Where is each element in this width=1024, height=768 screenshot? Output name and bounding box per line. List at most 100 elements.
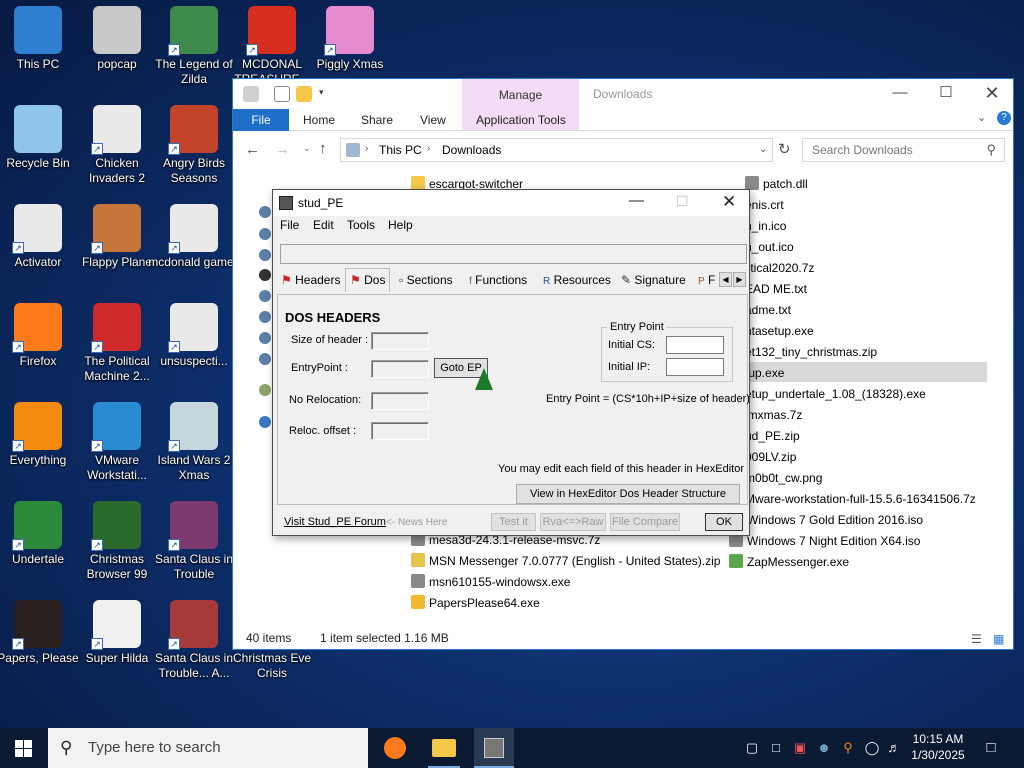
new-folder-icon[interactable] [296,86,312,102]
size-of-header-field[interactable] [371,332,429,350]
studpe-maximize-button[interactable]: ☐ [676,193,689,210]
no-relocation-field[interactable] [371,392,429,410]
close-button[interactable]: ✕ [969,79,1015,109]
desktop-icon[interactable]: ↗ Santa Claus in Trouble [148,497,240,582]
desktop-icon[interactable]: ↗ Island Wars 2 Xmas [148,398,240,483]
file-row[interactable]: Windows 7 Night Edition X64.iso [729,531,920,551]
file-row[interactable]: Windows 7 Gold Edition 2016.iso [729,510,923,530]
tab-scroll-left-button[interactable]: ◀ [719,272,732,287]
file-row[interactable]: et132_tiny_christmas.zip [745,342,877,362]
details-view-icon[interactable]: ☰ [971,632,982,646]
firefox-taskbar-icon[interactable] [384,737,406,759]
studpe-taskbar-button[interactable] [474,728,514,768]
menu-tools[interactable]: Tools [347,218,375,232]
desktop-icon[interactable]: ↗ Piggly Xmas [304,2,396,72]
volume-icon[interactable]: ♬ [886,740,902,756]
file-row[interactable]: n_out.ico [745,237,794,257]
taskbar-search-box[interactable]: ⚲ Type here to search [48,728,368,768]
tab-share[interactable]: Share [361,113,393,127]
tray-icon-2[interactable]: □ [768,740,784,756]
file-row[interactable]: m0b0t_cw.png [745,468,822,488]
file-row[interactable]: EAD ME.txt [745,279,807,299]
desktop-icon[interactable]: ↗ unsuspecti... [148,299,240,369]
tray-icon-1[interactable]: ▢ [744,740,760,756]
everything-tray-icon[interactable]: ⚲ [840,740,856,756]
file-row[interactable]: ud_PE.zip [745,426,800,446]
file-explorer-taskbar-icon[interactable] [432,739,456,757]
chevron-right-icon: › [427,143,431,154]
help-icon[interactable]: ? [997,111,1011,125]
test-it-button[interactable]: Test it [491,513,536,531]
notifications-icon[interactable]: □ [983,740,999,756]
tab-signature[interactable]: ✎ Signature [621,269,686,291]
file-row[interactable]: patch.dll [745,174,808,194]
tab-headers[interactable]: ⚑ Headers [281,269,340,291]
properties-icon[interactable] [243,86,259,102]
ribbon-expand-icon[interactable]: ⌄ [977,111,986,124]
studpe-minimize-button[interactable]: — [629,192,644,209]
tab-scroll-right-button[interactable]: ▶ [733,272,746,287]
search-downloads-input[interactable]: Search Downloads ⚲ [802,138,1005,162]
file-row[interactable]: adme.txt [745,300,791,320]
large-icons-view-icon[interactable]: ▦ [993,632,1004,646]
studpe-window: stud_PE — ☐ ✕ File Edit Tools Help ⚑ Hea… [272,189,750,536]
file-row[interactable]: enis.crt [745,195,784,215]
tab-file[interactable]: File [233,109,289,131]
file-row[interactable]: imxmas.7z [745,405,802,425]
file-compare-button[interactable]: File Compare [610,513,680,531]
initial-ip-field[interactable] [666,358,724,376]
selection-info: 1 item selected 1.16 MB [320,631,449,645]
tab-home[interactable]: Home [303,113,335,127]
tab-f[interactable]: P F [698,269,715,291]
desktop-icon-label: Piggly Xmas [316,57,384,71]
file-row[interactable]: ntasetup.exe [745,321,814,341]
file-row[interactable]: n_in.ico [745,216,786,236]
menu-file[interactable]: File [280,218,299,232]
tab-dos[interactable]: ⚑ Dos [345,268,391,292]
file-row[interactable]: 009LV.zip [745,447,796,467]
up-arrow-icon[interactable]: ↑ [319,140,327,157]
desktop-icon[interactable]: ↗ Angry Birds Seasons [148,101,240,186]
tab-resources[interactable]: R Resources [543,269,611,291]
clock[interactable]: 10:15 AM 1/30/2025 [908,731,968,763]
tab-application-tools[interactable]: Application Tools [476,113,566,127]
breadcrumb-downloads[interactable]: Downloads [442,143,501,157]
refresh-icon[interactable]: ↻ [778,140,791,158]
network-icon[interactable]: ◯ [864,740,880,756]
tab-functions[interactable]: f Functions [469,269,527,291]
tray-icon-3[interactable]: ▣ [792,740,808,756]
ok-button[interactable]: OK [705,513,743,531]
file-row[interactable]: msn610155-windowsx.exe [411,572,570,592]
entry-point-field[interactable] [371,360,429,378]
address-bar[interactable]: › This PC › Downloads ⌄ [340,138,773,162]
file-row[interactable]: Mware-workstation-full-15.5.6-16341506.7… [745,489,976,509]
new-item-icon[interactable] [274,86,290,102]
maximize-button[interactable]: ☐ [923,79,969,109]
tab-sections[interactable]: ▫ Sections [399,269,453,291]
visit-forum-link[interactable]: Visit Stud_PE Forum [284,516,386,528]
back-arrow-icon[interactable]: ← [245,141,260,158]
reloc-offset-field[interactable] [371,422,429,440]
qat-dropdown-icon[interactable]: ▾ [319,87,324,98]
view-in-hexeditor-button[interactable]: View in HexEditor Dos Header Structure [516,484,740,504]
address-dropdown-icon[interactable]: ⌄ [759,144,767,155]
file-row[interactable]: litical2020.7z [745,258,814,278]
minimize-button[interactable]: — [877,79,923,109]
file-row[interactable]: PapersPlease64.exe [411,593,540,613]
desktop-icon[interactable]: ↗ mcdonald games [148,200,240,270]
windows-start-icon[interactable] [15,740,32,757]
initial-cs-field[interactable] [666,336,724,354]
file-row[interactable]: etup_undertale_1.08_(18328).exe [745,384,926,404]
file-row[interactable]: MSN Messenger 7.0.0777 (English - United… [411,551,720,571]
tray-user-icon[interactable]: ☻ [816,740,832,756]
menu-help[interactable]: Help [388,218,413,232]
rva-raw-button[interactable]: Rva<=>Raw [540,513,606,531]
recent-locations-icon[interactable]: ⌄ [303,143,311,154]
tab-view[interactable]: View [420,113,446,127]
forward-arrow-icon[interactable]: → [275,141,290,158]
breadcrumb-this-pc[interactable]: This PC [379,143,422,157]
file-row[interactable]: tup.exe [745,363,784,383]
menu-edit[interactable]: Edit [313,218,334,232]
studpe-close-button[interactable]: ✕ [722,192,736,212]
file-row[interactable]: ZapMessenger.exe [729,552,849,572]
